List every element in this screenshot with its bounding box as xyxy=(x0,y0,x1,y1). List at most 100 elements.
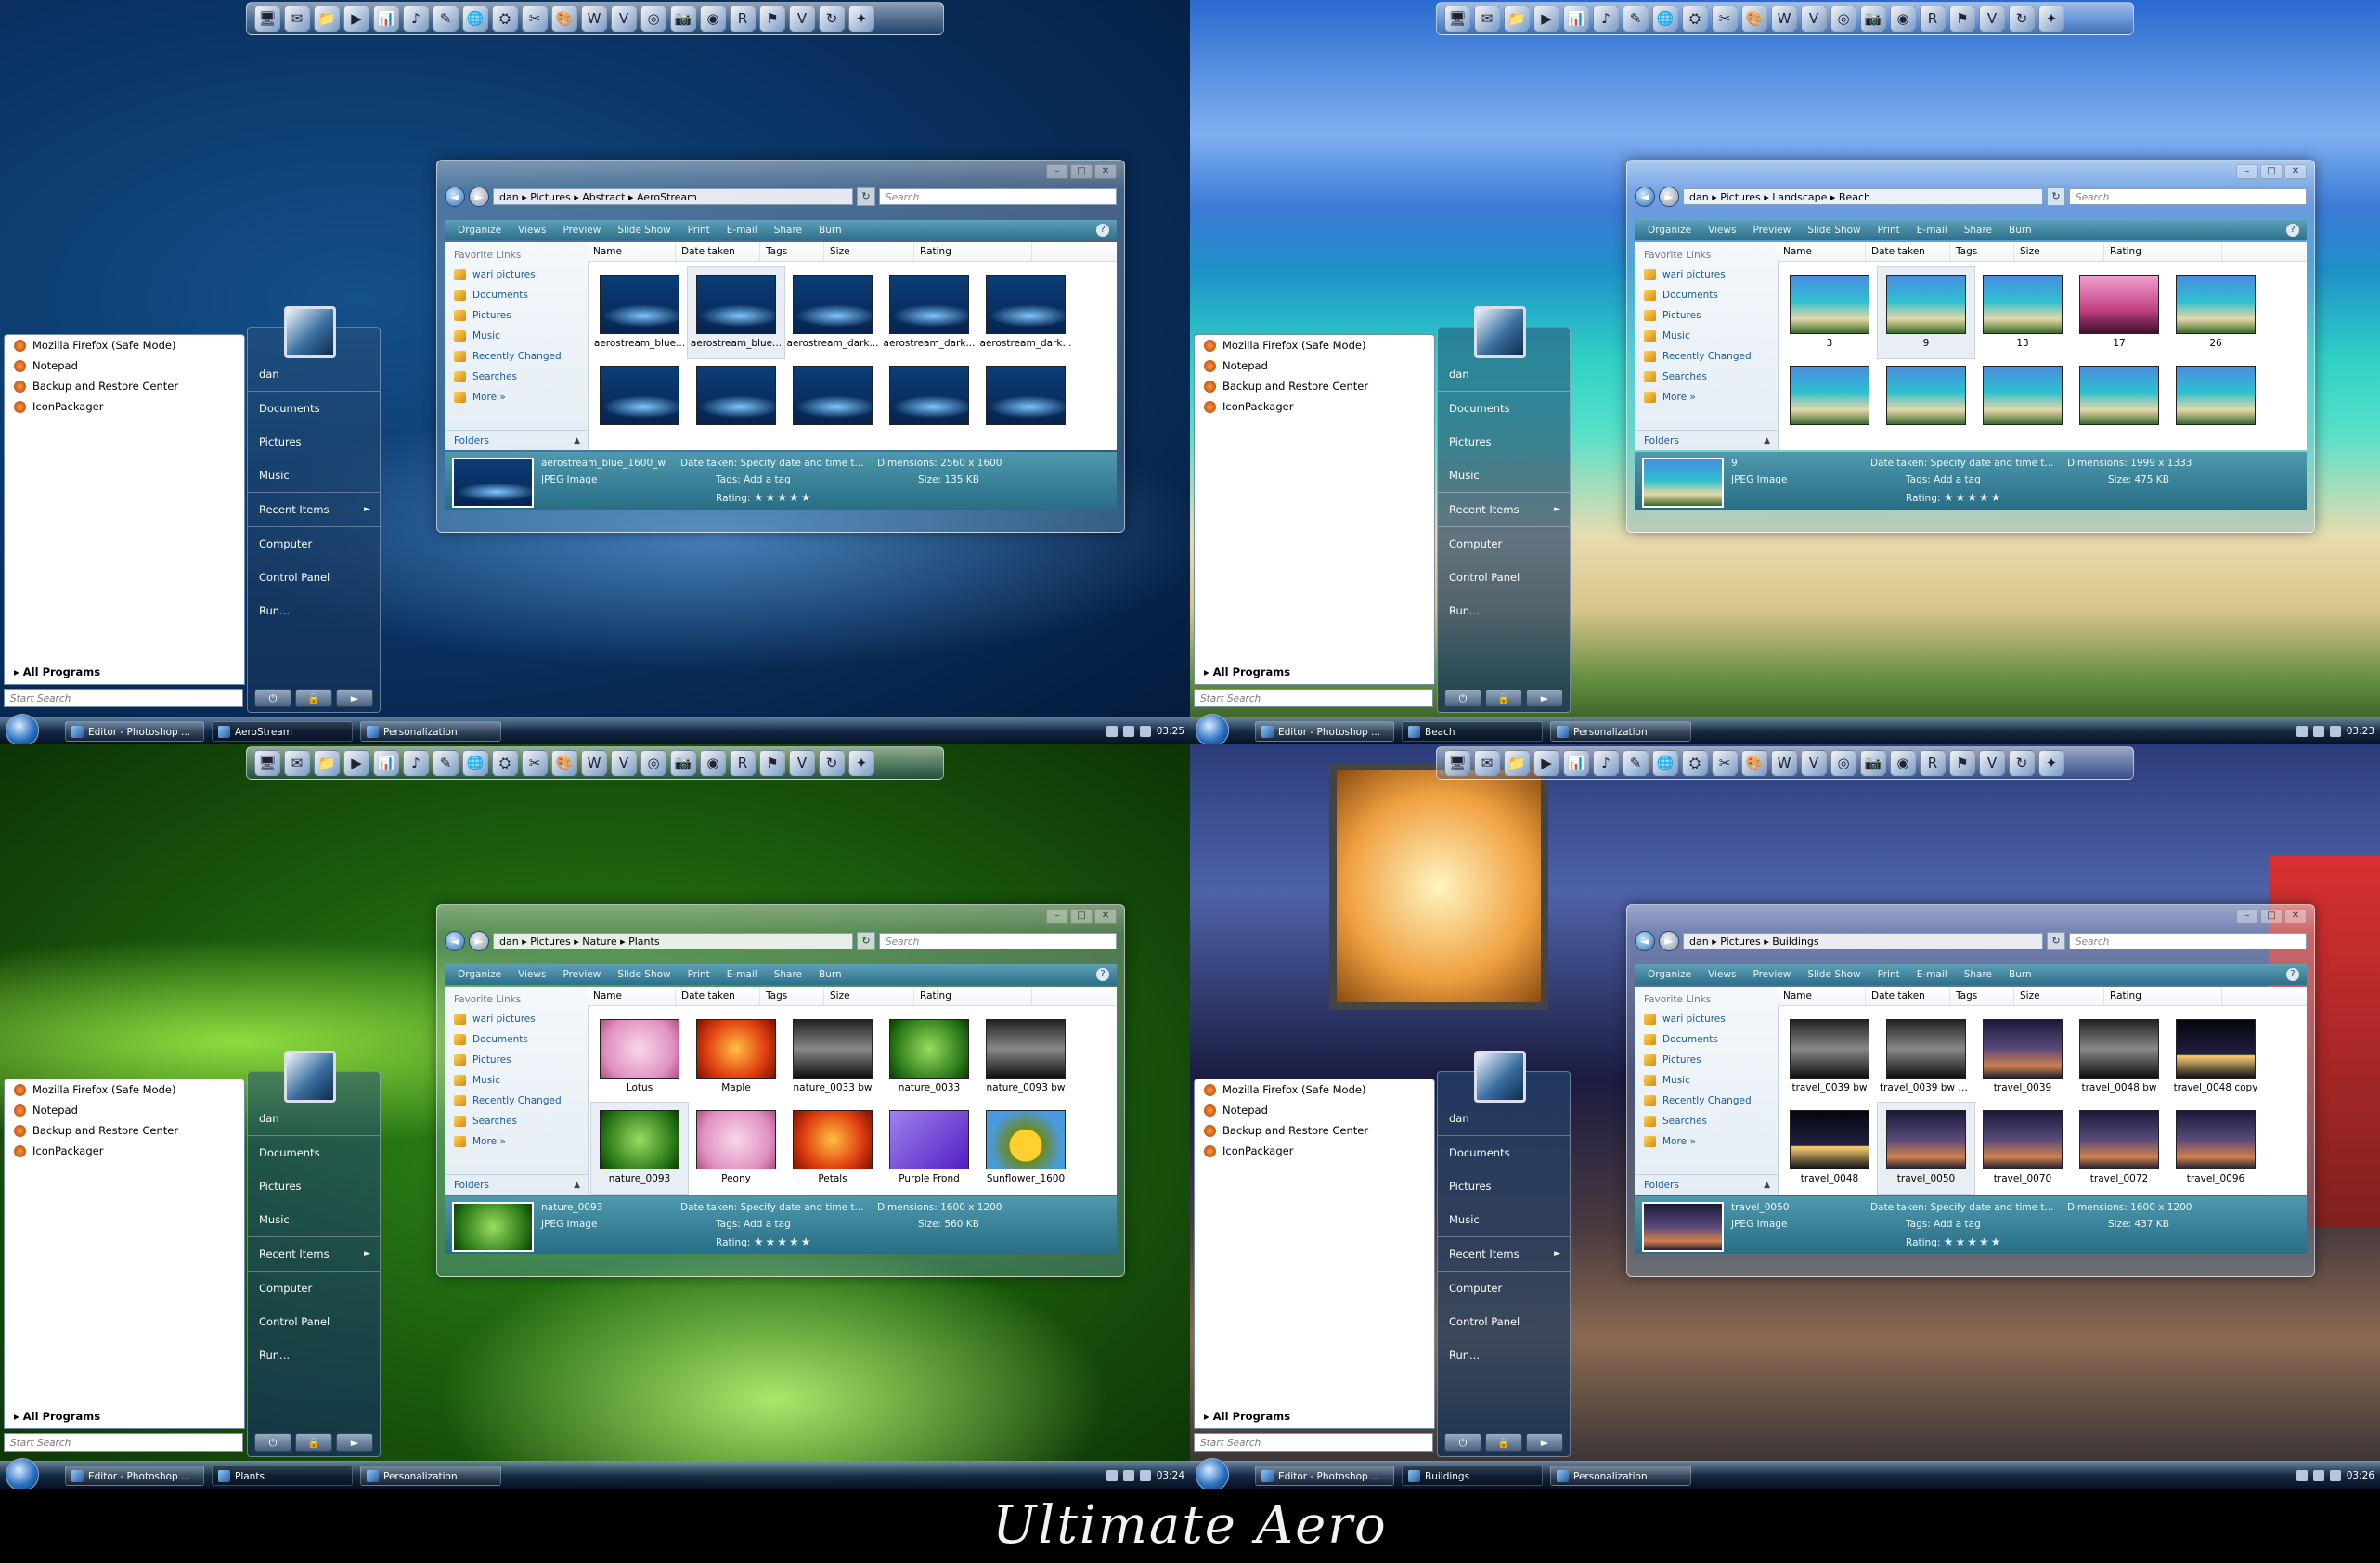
chart-icon[interactable]: 📊 xyxy=(1563,750,1589,776)
target-icon[interactable]: ◎ xyxy=(1830,6,1856,32)
favorite-link[interactable]: Documents xyxy=(1635,285,1778,305)
wand-icon[interactable]: ✦ xyxy=(848,6,874,32)
paint-icon[interactable]: 🎨 xyxy=(1741,6,1767,32)
arrow-right-icon[interactable]: ► xyxy=(336,689,373,707)
file-tile[interactable] xyxy=(1878,358,1974,449)
column-header-name[interactable]: Name xyxy=(588,242,676,261)
column-header-size[interactable]: Size xyxy=(824,987,914,1005)
desktop-icon[interactable]: 🖥 xyxy=(1444,6,1470,32)
command-e-mail[interactable]: E-mail xyxy=(1917,969,1947,980)
word-icon[interactable]: W xyxy=(581,750,607,776)
refresh-button[interactable]: ↻ xyxy=(2047,187,2065,206)
camera-icon[interactable]: 📷 xyxy=(1860,6,1886,32)
music-icon[interactable]: ♪ xyxy=(403,750,429,776)
command-slide-show[interactable]: Slide Show xyxy=(1807,969,1860,980)
taskbar-task-explorer[interactable]: Buildings xyxy=(1402,1466,1543,1486)
media-icon[interactable]: ▶ xyxy=(1533,750,1559,776)
favorite-link[interactable]: More » xyxy=(445,1131,588,1152)
start-place-run-[interactable]: Run... xyxy=(1438,594,1570,627)
start-place-pictures[interactable]: Pictures xyxy=(1438,1169,1570,1203)
vr-icon[interactable]: V xyxy=(789,750,815,776)
command-slide-show[interactable]: Slide Show xyxy=(617,225,670,236)
taskbar-task-explorer[interactable]: AeroStream xyxy=(212,721,353,742)
column-header-name[interactable]: Name xyxy=(1778,242,1866,261)
folders-toggle[interactable]: Folders ▲ xyxy=(1635,430,1778,450)
search-input[interactable]: Search xyxy=(2069,933,2307,949)
rating-stars[interactable]: ★★★★★ xyxy=(1944,491,2003,504)
file-tile[interactable]: aerostream_dark... xyxy=(881,267,977,358)
lock-icon[interactable]: 🔒 xyxy=(295,689,332,707)
refresh-button[interactable]: ↻ xyxy=(857,187,875,206)
file-tile[interactable]: travel_0070 xyxy=(1974,1103,2071,1194)
favorite-link[interactable]: Searches xyxy=(1635,367,1778,387)
refresh-icon[interactable]: ↻ xyxy=(2009,6,2035,32)
folder-icon[interactable]: 📁 xyxy=(1504,750,1530,776)
tools-icon[interactable]: ✂ xyxy=(1712,6,1738,32)
file-tile[interactable]: 26 xyxy=(2167,267,2264,358)
file-tile[interactable]: Sunflower_1600 xyxy=(977,1103,1074,1194)
disc-icon[interactable]: ◉ xyxy=(1890,6,1916,32)
forward-button[interactable]: ► xyxy=(469,187,489,207)
start-place-control-panel[interactable]: Control Panel xyxy=(1438,1305,1570,1338)
volume-icon[interactable] xyxy=(1122,1470,1134,1481)
start-place-control-panel[interactable]: Control Panel xyxy=(1438,561,1570,594)
folders-toggle[interactable]: Folders ▲ xyxy=(445,1174,588,1195)
folders-toggle[interactable]: Folders ▲ xyxy=(1635,1174,1778,1195)
network-icon[interactable]: ⛭ xyxy=(492,750,518,776)
mail-icon[interactable]: ✉ xyxy=(284,750,310,776)
file-tile[interactable] xyxy=(688,358,784,449)
column-header-rating[interactable]: Rating xyxy=(914,987,1032,1005)
clock[interactable]: 03:24 xyxy=(1157,1470,1184,1481)
chart-icon[interactable]: 📊 xyxy=(373,750,399,776)
pinned-program[interactable]: Mozilla Firefox (Safe Mode) xyxy=(1195,335,1434,355)
file-tile[interactable]: aerostream_dark... xyxy=(784,267,881,358)
file-tile[interactable]: travel_0039 bw copy xyxy=(1878,1012,1974,1103)
file-tile[interactable]: travel_0048 bw xyxy=(2071,1012,2167,1103)
favorite-link[interactable]: Searches xyxy=(1635,1111,1778,1131)
mail-icon[interactable]: ✉ xyxy=(1474,750,1500,776)
pinned-program[interactable]: Backup and Restore Center xyxy=(5,1120,244,1141)
file-tile[interactable]: 13 xyxy=(1974,267,2071,358)
word-icon[interactable]: W xyxy=(1771,6,1797,32)
command-slide-show[interactable]: Slide Show xyxy=(617,969,670,980)
favorite-link[interactable]: Music xyxy=(445,1070,588,1091)
start-place-documents[interactable]: Documents xyxy=(1438,1135,1570,1169)
favorite-link[interactable]: wari pictures xyxy=(445,1009,588,1029)
file-tile[interactable]: aerostream_blue... xyxy=(687,266,785,359)
favorite-link[interactable]: More » xyxy=(1635,1131,1778,1152)
word-icon[interactable]: W xyxy=(581,6,607,32)
taskbar-task-explorer[interactable]: Beach xyxy=(1402,721,1543,742)
command-views[interactable]: Views xyxy=(518,969,546,980)
taskbar-task-personalization[interactable]: Personalization xyxy=(360,721,501,742)
start-place-computer[interactable]: Computer xyxy=(1438,1271,1570,1305)
file-tile[interactable] xyxy=(1781,358,1878,449)
chart-icon[interactable]: 📊 xyxy=(1563,6,1589,32)
command-burn[interactable]: Burn xyxy=(2009,225,2032,236)
command-share[interactable]: Share xyxy=(774,225,802,236)
start-place-pictures[interactable]: Pictures xyxy=(248,1169,380,1203)
taskbar-task-explorer[interactable]: Plants xyxy=(212,1466,353,1486)
command-e-mail[interactable]: E-mail xyxy=(727,225,757,236)
target-icon[interactable]: ◎ xyxy=(1830,750,1856,776)
file-tile[interactable]: Peony xyxy=(688,1103,784,1194)
file-tile[interactable]: travel_0096 xyxy=(2167,1103,2264,1194)
tools-icon[interactable]: ✂ xyxy=(1712,750,1738,776)
tools-icon[interactable]: ✂ xyxy=(522,750,548,776)
notes-icon[interactable]: ✎ xyxy=(1623,750,1649,776)
favorite-link[interactable]: Documents xyxy=(445,285,588,305)
favorite-link[interactable]: Recently Changed xyxy=(445,1091,588,1111)
forward-button[interactable]: ► xyxy=(469,931,489,951)
security-icon[interactable] xyxy=(2329,726,2341,737)
file-tile[interactable] xyxy=(2167,358,2264,449)
forward-button[interactable]: ► xyxy=(1659,187,1679,207)
forward-button[interactable]: ► xyxy=(1659,931,1679,951)
mail-icon[interactable]: ✉ xyxy=(284,6,310,32)
explorer-window[interactable]: – □ ✕ ◄ ► dan ▸ Pictures ▸ Nature ▸ Plan… xyxy=(436,904,1125,1277)
volume-icon[interactable] xyxy=(1122,726,1134,737)
search-input[interactable]: Search xyxy=(879,933,1117,949)
command-organize[interactable]: Organize xyxy=(1648,225,1691,236)
wand-icon[interactable]: ✦ xyxy=(2038,750,2064,776)
pinned-program[interactable]: IconPackager xyxy=(1195,1141,1434,1161)
pinned-program[interactable]: Mozilla Firefox (Safe Mode) xyxy=(1195,1079,1434,1100)
wand-icon[interactable]: ✦ xyxy=(2038,6,2064,32)
